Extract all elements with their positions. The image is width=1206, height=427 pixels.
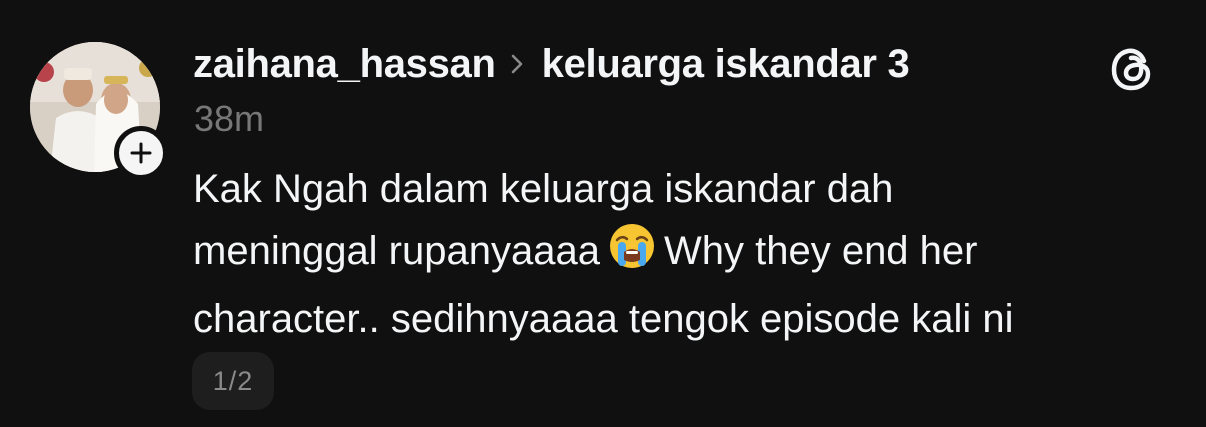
post-timestamp: 38m [194,98,265,139]
post-text-line: character.. sedihnyaaaa tengok episode k… [193,297,1014,341]
thread-post: zaihana_hassan keluarga iskandar 3 38m K… [0,0,1206,427]
follow-button[interactable] [114,126,168,180]
media-page-indicator: 1/2 [192,352,274,410]
loudly-crying-face-emoji [608,222,656,288]
post-text-line: meninggal rupanyaaaa Why they end her [193,220,1183,288]
post-text-segment: meninggal rupanyaaaa [193,229,600,273]
post-text-line: Kak Ngah dalam keluarga iskandar dah [193,167,894,211]
chevron-right-icon [510,53,524,75]
post-text-segment: Why they end her [663,229,978,273]
post-text: Kak Ngah dalam keluarga iskandar dah men… [193,158,1183,350]
post-header: zaihana_hassan keluarga iskandar 3 [193,38,910,90]
author-username[interactable]: zaihana_hassan [193,42,496,87]
plus-icon [130,142,152,164]
author-avatar-group[interactable] [30,42,168,180]
threads-logo-icon[interactable] [1108,44,1158,94]
community-link[interactable]: keluarga iskandar 3 [542,42,910,87]
